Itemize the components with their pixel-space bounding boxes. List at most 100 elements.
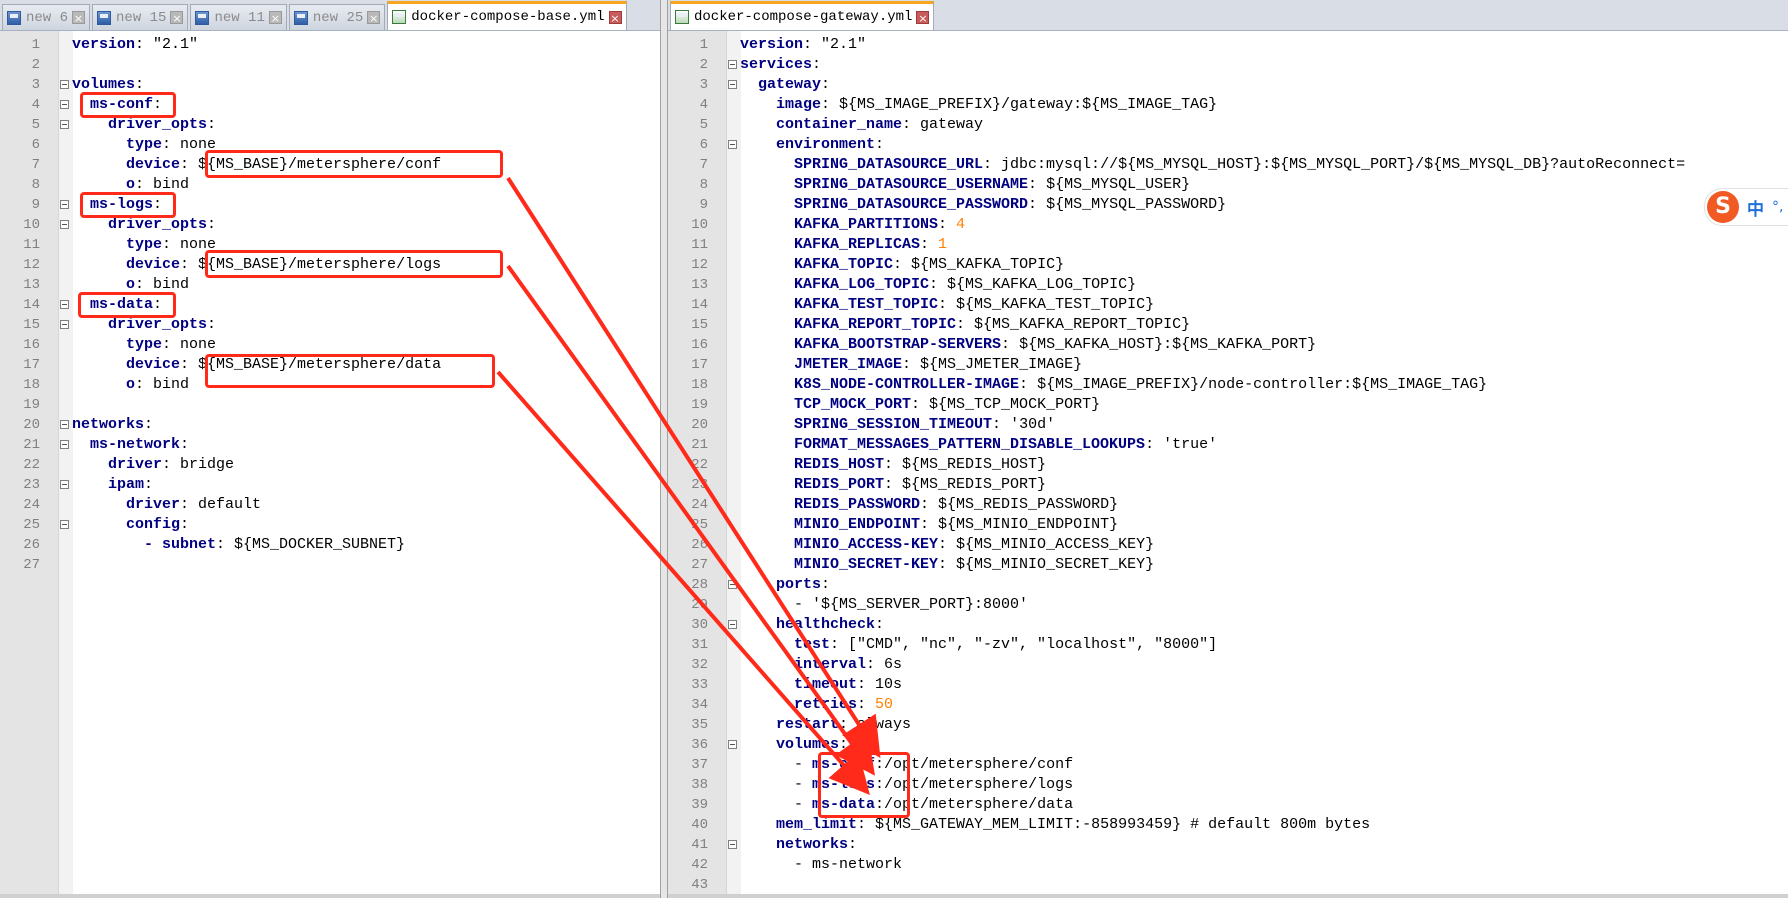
code-line[interactable]: 13 KAFKA_LOG_TOPIC: ${MS_KAFKA_LOG_TOPIC}	[668, 275, 1788, 295]
code-line[interactable]: 7 SPRING_DATASOURCE_URL: jdbc:mysql://${M…	[668, 155, 1788, 175]
horizontal-scrollbar[interactable]	[0, 894, 660, 898]
code-line[interactable]: 7 device: ${MS_BASE}/metersphere/conf	[0, 155, 660, 175]
code-line[interactable]: 33 timeout: 10s	[668, 675, 1788, 695]
close-tab-icon[interactable]: ×	[268, 11, 282, 25]
file-tab[interactable]: new 11 ×	[190, 4, 287, 30]
code-line[interactable]: 14 ms-data:	[0, 295, 660, 315]
close-tab-icon[interactable]: ×	[916, 10, 930, 25]
code-line[interactable]: 26 MINIO_ACCESS-KEY: ${MS_MINIO_ACCESS_KE…	[668, 535, 1788, 555]
file-tab[interactable]: new 6 ×	[2, 4, 91, 30]
code-line[interactable]: 23 REDIS_PORT: ${MS_REDIS_PORT}	[668, 475, 1788, 495]
code-line[interactable]: 43	[668, 875, 1788, 895]
fold-toggle-icon[interactable]	[728, 740, 737, 749]
close-tab-icon[interactable]: ×	[72, 11, 86, 25]
left-editor[interactable]: 1 version: "2.1" 2 3 volumes: 4 ms-conf: 5 drive…	[0, 31, 660, 898]
code-line[interactable]: 19	[0, 395, 660, 415]
code-line[interactable]: 25 MINIO_ENDPOINT: ${MS_MINIO_ENDPOINT}	[668, 515, 1788, 535]
code-line[interactable]: 37 - ms-conf:/opt/metersphere/conf	[668, 755, 1788, 775]
code-line[interactable]: 23 ipam:	[0, 475, 660, 495]
fold-toggle-icon[interactable]	[60, 80, 69, 89]
code-line[interactable]: 21 FORMAT_MESSAGES_PATTERN_DISABLE_LOOKUP…	[668, 435, 1788, 455]
fold-toggle-icon[interactable]	[60, 100, 69, 109]
horizontal-scrollbar[interactable]	[668, 894, 1788, 898]
code-line[interactable]: 18 K8S_NODE-CONTROLLER-IMAGE: ${MS_IMAGE_…	[668, 375, 1788, 395]
file-tab[interactable]: new 15 ×	[92, 4, 189, 30]
code-line[interactable]: 25 config:	[0, 515, 660, 535]
code-line[interactable]: 1 version: "2.1"	[668, 35, 1788, 55]
code-line[interactable]: 9 ms-logs:	[0, 195, 660, 215]
code-line[interactable]: 28 ports:	[668, 575, 1788, 595]
code-line[interactable]: 32 interval: 6s	[668, 655, 1788, 675]
code-line[interactable]: 12 device: ${MS_BASE}/metersphere/logs	[0, 255, 660, 275]
code-line[interactable]: 38 - ms-logs:/opt/metersphere/logs	[668, 775, 1788, 795]
fold-toggle-icon[interactable]	[728, 140, 737, 149]
code-line[interactable]: 35 restart: always	[668, 715, 1788, 735]
code-line[interactable]: 4 ms-conf:	[0, 95, 660, 115]
pane-splitter[interactable]	[660, 0, 668, 898]
code-line[interactable]: 2 services:	[668, 55, 1788, 75]
right-editor[interactable]: 1 version: "2.1" 2 services: 3 gateway: 4 image…	[668, 31, 1788, 898]
code-line[interactable]: 5 container_name: gateway	[668, 115, 1788, 135]
fold-toggle-icon[interactable]	[60, 420, 69, 429]
fold-toggle-icon[interactable]	[60, 480, 69, 489]
code-line[interactable]: 16 KAFKA_BOOTSTRAP-SERVERS: ${MS_KAFKA_HO…	[668, 335, 1788, 355]
code-line[interactable]: 10 KAFKA_PARTITIONS: 4	[668, 215, 1788, 235]
code-line[interactable]: 4 image: ${MS_IMAGE_PREFIX}/gateway:${MS_…	[668, 95, 1788, 115]
code-line[interactable]: 15 driver_opts:	[0, 315, 660, 335]
code-line[interactable]: 22 REDIS_HOST: ${MS_REDIS_HOST}	[668, 455, 1788, 475]
fold-toggle-icon[interactable]	[60, 520, 69, 529]
code-line[interactable]: 17 JMETER_IMAGE: ${MS_JMETER_IMAGE}	[668, 355, 1788, 375]
code-line[interactable]: 29 - '${MS_SERVER_PORT}:8000'	[668, 595, 1788, 615]
code-line[interactable]: 34 retries: 50	[668, 695, 1788, 715]
close-tab-icon[interactable]: ×	[608, 10, 622, 25]
code-line[interactable]: 11 type: none	[0, 235, 660, 255]
code-line[interactable]: 21 ms-network:	[0, 435, 660, 455]
code-line[interactable]: 39 - ms-data:/opt/metersphere/data	[668, 795, 1788, 815]
code-line[interactable]: 16 type: none	[0, 335, 660, 355]
code-line[interactable]: 6 type: none	[0, 135, 660, 155]
code-line[interactable]: 19 TCP_MOCK_PORT: ${MS_TCP_MOCK_PORT}	[668, 395, 1788, 415]
fold-toggle-icon[interactable]	[728, 840, 737, 849]
code-line[interactable]: 3 volumes:	[0, 75, 660, 95]
code-line[interactable]: 8 SPRING_DATASOURCE_USERNAME: ${MS_MYSQL_…	[668, 175, 1788, 195]
code-line[interactable]: 24 REDIS_PASSWORD: ${MS_REDIS_PASSWORD}	[668, 495, 1788, 515]
ime-mode-label[interactable]: 中	[1747, 195, 1764, 220]
code-line[interactable]: 8 o: bind	[0, 175, 660, 195]
code-line[interactable]: 9 SPRING_DATASOURCE_PASSWORD: ${MS_MYSQL_…	[668, 195, 1788, 215]
code-line[interactable]: 27	[0, 555, 660, 575]
ime-punct-label[interactable]: °,	[1772, 199, 1783, 215]
code-line[interactable]: 6 environment:	[668, 135, 1788, 155]
fold-toggle-icon[interactable]	[728, 80, 737, 89]
close-tab-icon[interactable]: ×	[170, 11, 184, 25]
code-line[interactable]: 30 healthcheck:	[668, 615, 1788, 635]
code-line[interactable]: 12 KAFKA_TOPIC: ${MS_KAFKA_TOPIC}	[668, 255, 1788, 275]
code-line[interactable]: 13 o: bind	[0, 275, 660, 295]
ime-toolbar[interactable]: S 中 °,	[1704, 188, 1788, 226]
code-line[interactable]: 20 networks:	[0, 415, 660, 435]
code-line[interactable]: 26 - subnet: ${MS_DOCKER_SUBNET}	[0, 535, 660, 555]
fold-toggle-icon[interactable]	[728, 580, 737, 589]
code-line[interactable]: 2	[0, 55, 660, 75]
code-line[interactable]: 10 driver_opts:	[0, 215, 660, 235]
file-tab[interactable]: new 25 ×	[288, 4, 386, 30]
code-line[interactable]: 31 test: ["CMD", "nc", "-zv", "localhost"…	[668, 635, 1788, 655]
code-line[interactable]: 17 device: ${MS_BASE}/metersphere/data	[0, 355, 660, 375]
fold-toggle-icon[interactable]	[728, 60, 737, 69]
code-line[interactable]: 36 volumes:	[668, 735, 1788, 755]
fold-toggle-icon[interactable]	[728, 620, 737, 629]
code-line[interactable]: 20 SPRING_SESSION_TIMEOUT: '30d'	[668, 415, 1788, 435]
close-tab-icon[interactable]: ×	[367, 11, 381, 25]
fold-toggle-icon[interactable]	[60, 220, 69, 229]
code-line[interactable]: 27 MINIO_SECRET-KEY: ${MS_MINIO_SECRET_KE…	[668, 555, 1788, 575]
code-line[interactable]: 15 KAFKA_REPORT_TOPIC: ${MS_KAFKA_REPORT_…	[668, 315, 1788, 335]
code-line[interactable]: 22 driver: bridge	[0, 455, 660, 475]
fold-toggle-icon[interactable]	[60, 440, 69, 449]
fold-toggle-icon[interactable]	[60, 320, 69, 329]
code-line[interactable]: 24 driver: default	[0, 495, 660, 515]
code-line[interactable]: 5 driver_opts:	[0, 115, 660, 135]
code-line[interactable]: 1 version: "2.1"	[0, 35, 660, 55]
code-line[interactable]: 41 networks:	[668, 835, 1788, 855]
code-line[interactable]: 18 o: bind	[0, 375, 660, 395]
code-line[interactable]: 3 gateway:	[668, 75, 1788, 95]
fold-toggle-icon[interactable]	[60, 200, 69, 209]
